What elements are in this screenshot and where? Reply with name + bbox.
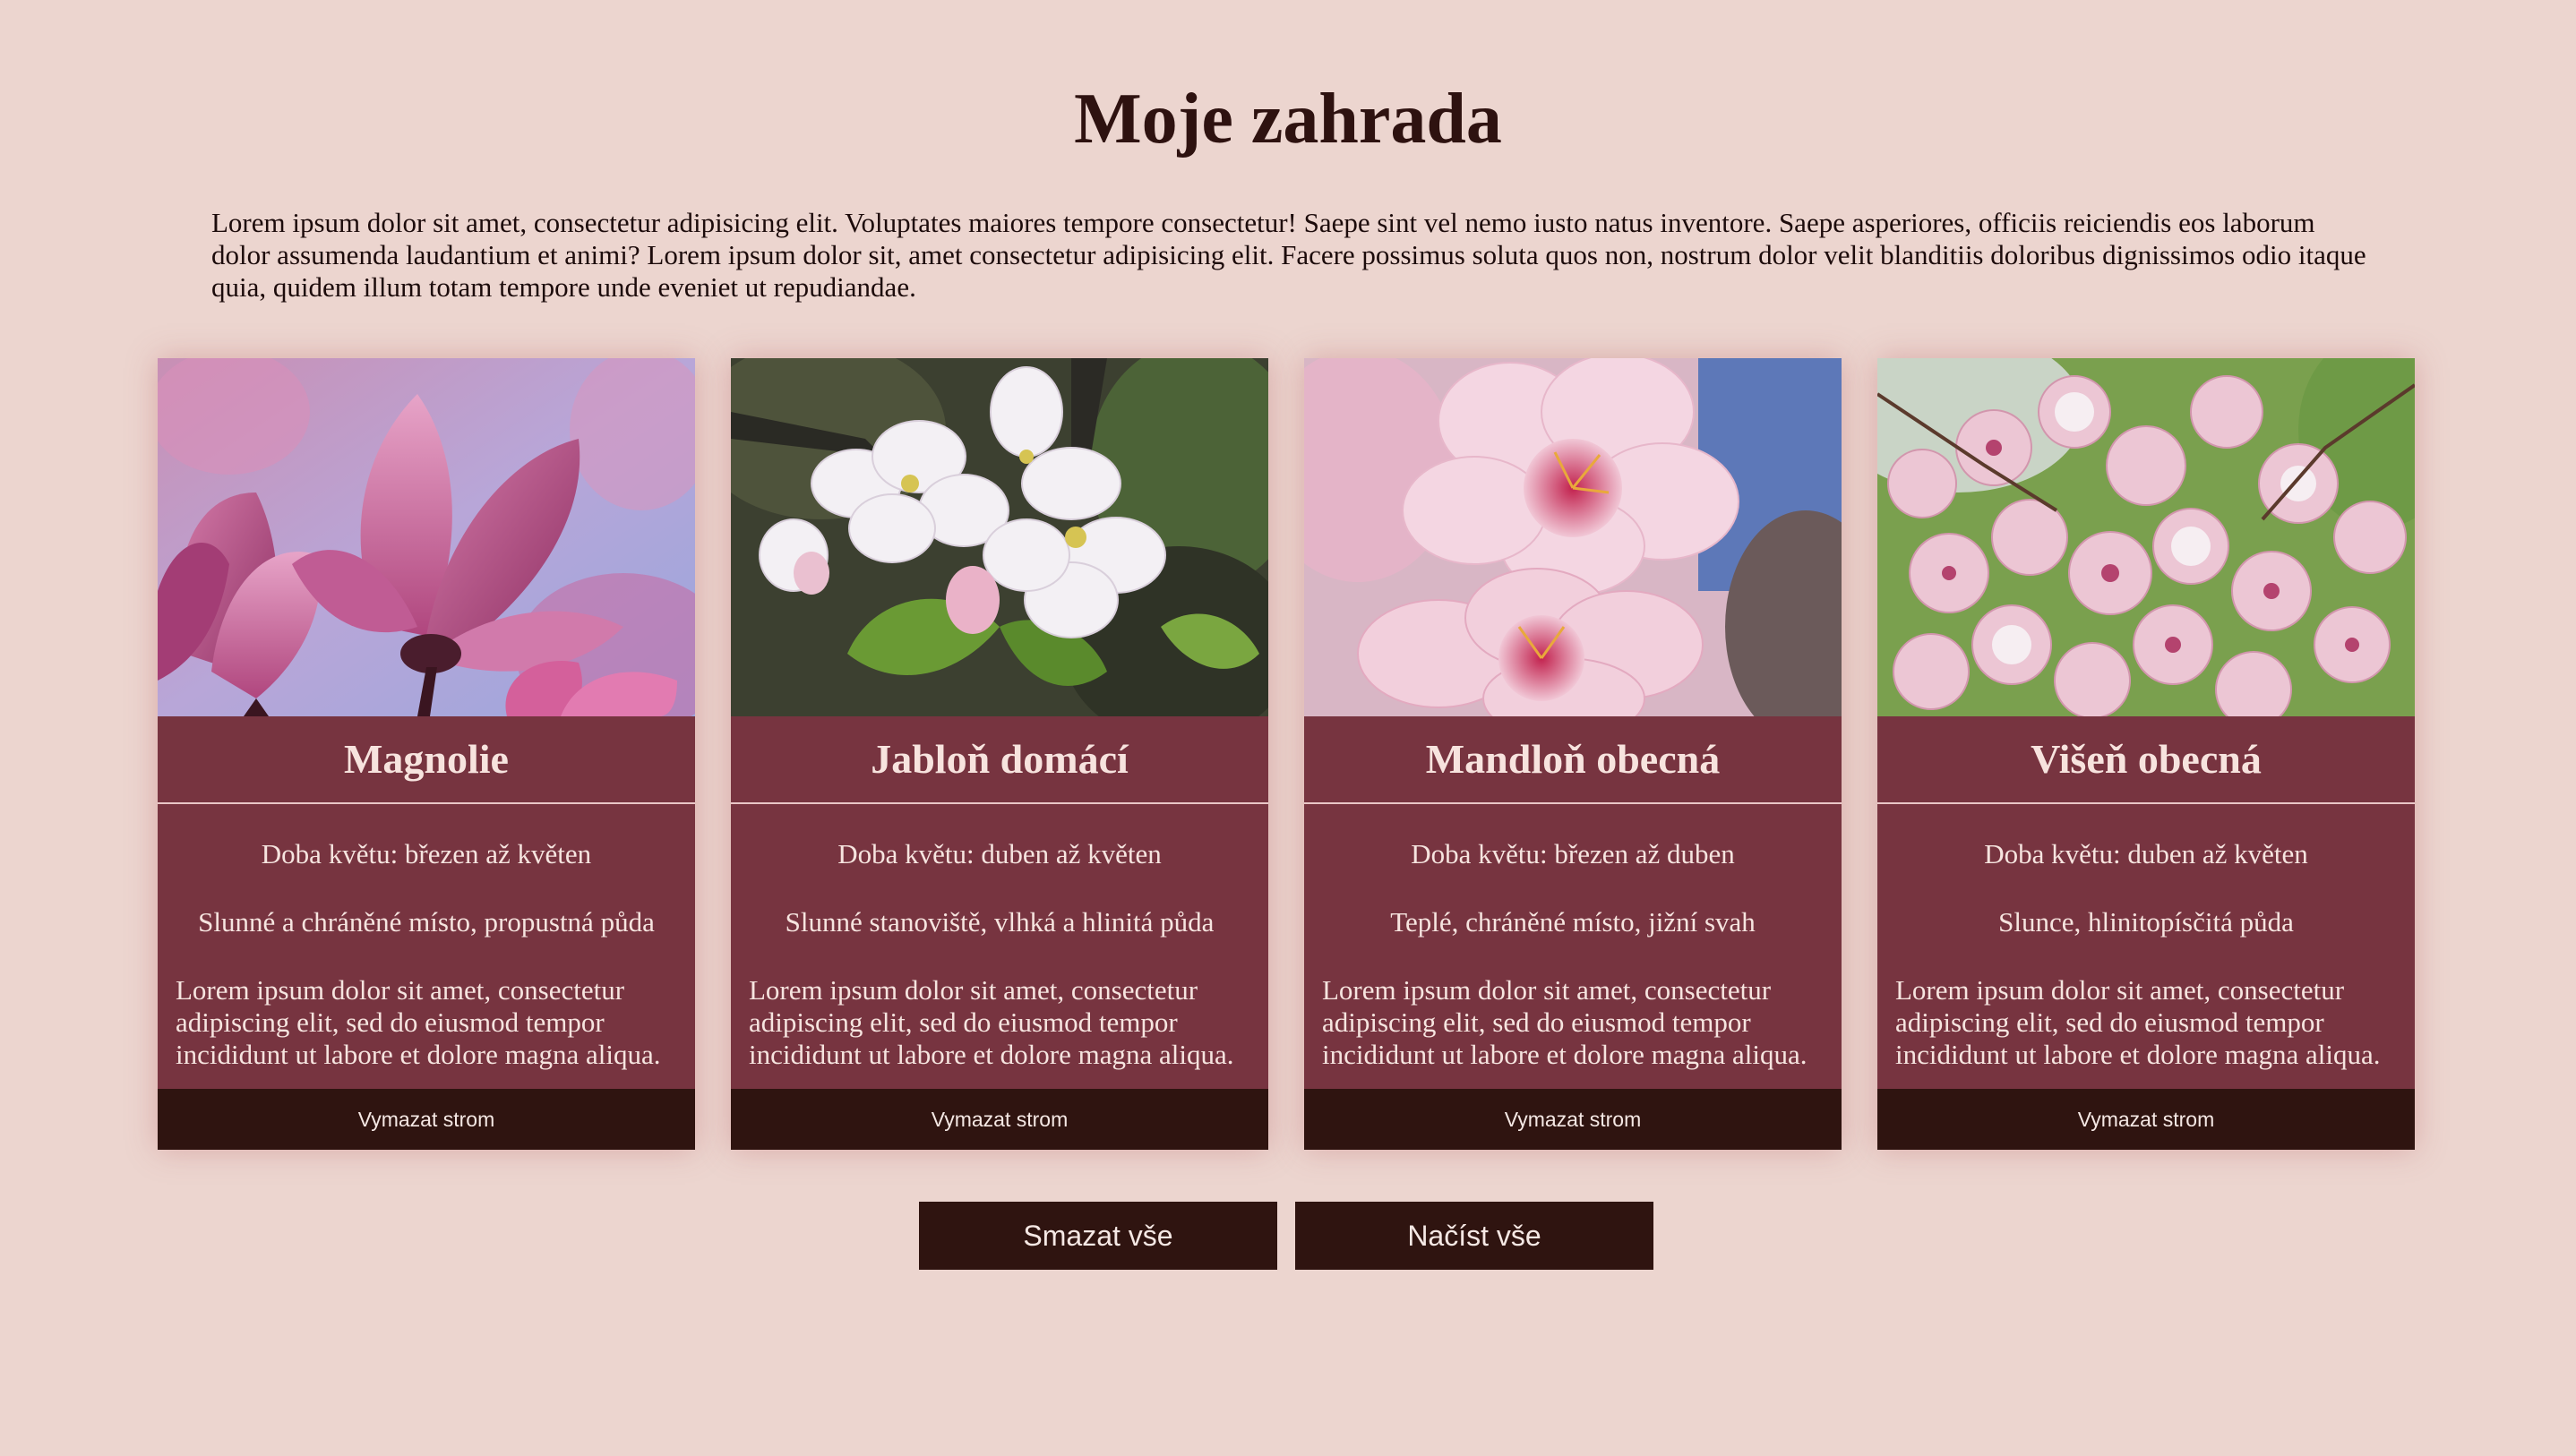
bloom-period: Doba květu: březen až duben — [1411, 838, 1735, 869]
bloom-period: Doba květu: duben až květen — [837, 838, 1162, 869]
tree-name: Jabloň domácí — [871, 736, 1129, 782]
tree-name: Magnolie — [344, 736, 509, 782]
tree-name: Mandloň obecná — [1425, 736, 1721, 782]
garden-page: Moje zahrada Lorem ipsum dolor sit amet,… — [0, 0, 2576, 1456]
growing-conditions: Slunné a chráněné místo, propustná půda — [198, 906, 655, 938]
almond-blossom-photo — [1304, 358, 1842, 716]
delete-tree-button[interactable]: Vymazat strom — [1877, 1089, 2415, 1150]
growing-conditions: Teplé, chráněné místo, jižní svah — [1390, 906, 1756, 938]
tree-card: Višeň obecná Doba květu: duben až květen… — [1877, 358, 2415, 1150]
tree-name: Višeň obecná — [2031, 736, 2262, 782]
clear-all-button[interactable]: Smazat vše — [919, 1202, 1277, 1270]
divider — [731, 802, 1268, 804]
tree-card: Mandloň obecná Doba květu: březen až dub… — [1304, 358, 1842, 1150]
bloom-period: Doba květu: březen až květen — [261, 838, 592, 869]
tree-description: Lorem ipsum dolor sit amet, consectetur … — [1322, 974, 1807, 1070]
load-all-button[interactable]: Načíst vše — [1295, 1202, 1653, 1270]
tree-description: Lorem ipsum dolor sit amet, consectetur … — [176, 974, 661, 1070]
delete-tree-button[interactable]: Vymazat strom — [1304, 1089, 1842, 1150]
tree-description: Lorem ipsum dolor sit amet, consectetur … — [749, 974, 1234, 1070]
tree-card: Magnolie Doba květu: březen až květen Sl… — [158, 358, 695, 1150]
bloom-period: Doba květu: duben až květen — [1984, 838, 2308, 869]
tree-card: Jabloň domácí Doba květu: duben až květe… — [731, 358, 1268, 1150]
apple-blossom-photo — [731, 358, 1268, 716]
page-title: Moje zahrada — [1074, 80, 1502, 158]
growing-conditions: Slunné stanoviště, vlhká a hlinitá půda — [785, 906, 1215, 938]
action-bar: Smazat vše Načíst vše — [0, 1202, 2576, 1270]
intro-paragraph: Lorem ipsum dolor sit amet, consectetur … — [211, 207, 2366, 303]
tree-description: Lorem ipsum dolor sit amet, consectetur … — [1895, 974, 2381, 1070]
cherry-blossom-photo — [1877, 358, 2415, 716]
tree-card-list: Magnolie Doba květu: březen až květen Sl… — [158, 358, 2415, 1150]
divider — [1877, 802, 2415, 804]
magnolia-photo — [158, 358, 695, 716]
divider — [158, 802, 695, 804]
divider — [1304, 802, 1842, 804]
delete-tree-button[interactable]: Vymazat strom — [158, 1089, 695, 1150]
delete-tree-button[interactable]: Vymazat strom — [731, 1089, 1268, 1150]
growing-conditions: Slunce, hlinitopísčitá půda — [1998, 906, 2294, 938]
